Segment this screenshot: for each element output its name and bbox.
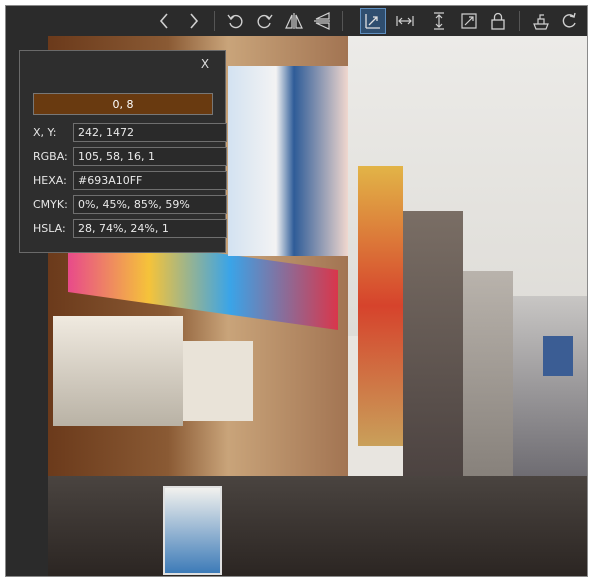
refresh-button[interactable] [557,9,581,33]
flip-horizontal-button[interactable] [282,9,306,33]
fit-width-button[interactable] [393,9,417,33]
photo-building [513,296,587,481]
crop-button[interactable] [529,9,553,33]
cmyk-value-field[interactable]: 0%, 45%, 85%, 59% [73,195,227,214]
previous-button[interactable] [153,9,177,33]
refresh-icon [562,12,576,28]
expand-icon [461,13,477,29]
hsla-label: HSLA: [33,222,66,235]
hsla-value-field[interactable]: 28, 74%, 24%, 1 [73,219,227,238]
toolbar-separator [519,11,520,31]
hexa-value-field[interactable]: #693A10FF [73,171,227,190]
close-button[interactable]: X [198,57,212,71]
photo-sign [163,486,222,575]
photo-building [543,336,573,376]
toolbar-separator [214,11,215,31]
photo-street-crowd [48,476,587,576]
rotate-left-icon [227,14,243,29]
hsla-row: HSLA: 28, 74%, 24%, 1 [33,219,227,238]
rotate-right-icon [257,14,273,29]
xy-row: X, Y: 242, 1472 [33,123,227,142]
toolbar [6,6,587,36]
rgba-label: RGBA: [33,150,68,163]
hexa-label: HEXA: [33,174,67,187]
chevron-left-icon [159,13,168,29]
photo-building [463,271,513,481]
photo-sign [358,166,403,446]
hexa-row: HEXA: #693A10FF [33,171,227,190]
flip-vertical-icon [314,12,330,30]
lock-icon [491,12,505,30]
flip-horizontal-icon [285,13,303,29]
fit-width-icon [396,16,414,26]
rgba-value-field[interactable]: 105, 58, 16, 1 [73,147,227,166]
lock-button[interactable] [486,9,510,33]
photo-sign [228,66,348,256]
color-picker-panel: X 0, 8 X, Y: 242, 1472 RGBA: 105, 58, 16… [19,50,227,253]
app-window: X 0, 8 X, Y: 242, 1472 RGBA: 105, 58, 16… [5,5,588,577]
photo-sign [183,341,253,421]
next-button[interactable] [181,9,205,33]
fit-height-icon [434,12,444,30]
toolbar-separator [342,11,343,31]
cmyk-row: CMYK: 0%, 45%, 85%, 59% [33,195,227,214]
chevron-right-icon [190,13,199,29]
xy-label: X, Y: [33,126,57,139]
xy-value-field[interactable]: 242, 1472 [73,123,227,142]
flip-vertical-button[interactable] [310,9,334,33]
fit-icon [365,14,380,29]
rotate-left-button[interactable] [224,9,248,33]
fit-button[interactable] [360,8,386,34]
photo-building [403,211,463,481]
fit-height-button[interactable] [427,9,451,33]
crop-icon [533,14,549,30]
cmyk-label: CMYK: [33,198,68,211]
rgba-row: RGBA: 105, 58, 16, 1 [33,147,227,166]
color-swatch: 0, 8 [33,93,213,115]
rotate-right-button[interactable] [252,9,276,33]
expand-button[interactable] [457,9,481,33]
photo-sign [53,316,183,426]
